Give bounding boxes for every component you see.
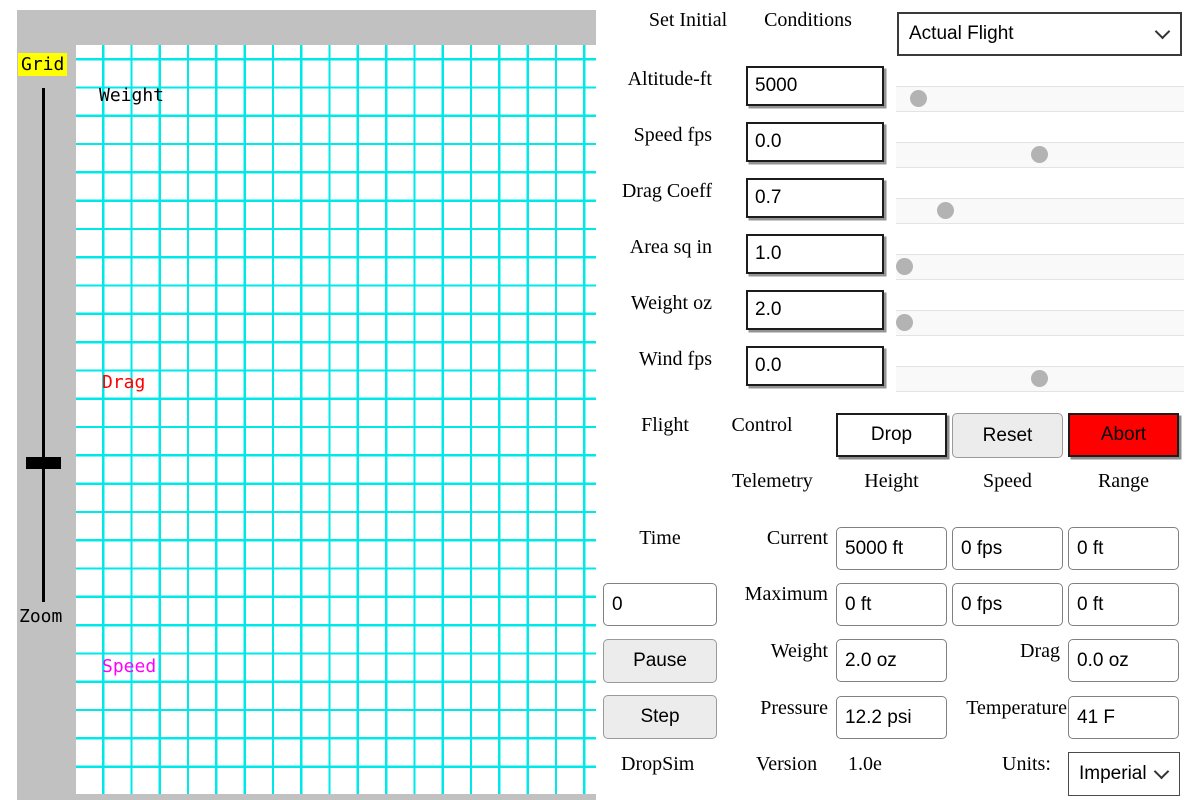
- version-label: Version: [756, 753, 817, 776]
- maximum-label: Maximum: [700, 583, 828, 606]
- temperature-readout: 41 F: [1068, 696, 1179, 739]
- current-label: Current: [700, 527, 828, 550]
- current-speed-readout: 0 fps: [952, 527, 1063, 570]
- app-name-label: DropSim: [621, 753, 694, 776]
- speed-label: Speed fps: [600, 124, 712, 147]
- drag-coeff-input[interactable]: 0.7: [746, 178, 884, 218]
- wind-input[interactable]: 0.0: [746, 346, 884, 386]
- control-label: Control: [722, 414, 802, 437]
- units-value: Imperial: [1079, 763, 1147, 785]
- wind-slider[interactable]: [896, 366, 1184, 392]
- weight-input[interactable]: 2.0: [746, 290, 884, 330]
- time-label: Time: [620, 527, 700, 550]
- altitude-label: Altitude-ft: [600, 68, 712, 91]
- wind-value: 0.0: [755, 355, 781, 377]
- temperature-label: Temperature: [940, 697, 1067, 720]
- altitude-value: 5000: [755, 75, 797, 97]
- telemetry-col-speed: Speed: [952, 470, 1063, 493]
- maximum-height-readout: 0 ft: [836, 583, 947, 626]
- area-slider-thumb[interactable]: [896, 258, 913, 275]
- grid-toggle-label[interactable]: Grid: [18, 53, 67, 76]
- area-label: Area sq in: [600, 236, 712, 259]
- speed-slider[interactable]: [896, 142, 1184, 168]
- zoom-slider-thumb[interactable]: [26, 457, 61, 469]
- chevron-down-icon: [1155, 24, 1171, 40]
- current-range-readout: 0 ft: [1068, 527, 1179, 570]
- altitude-slider-thumb[interactable]: [910, 90, 927, 107]
- speed-slider-thumb[interactable]: [1031, 146, 1048, 163]
- conditions-label: Conditions: [758, 9, 858, 32]
- weight-slider-thumb[interactable]: [896, 314, 913, 331]
- telemetry-col-range: Range: [1068, 470, 1179, 493]
- wind-slider-thumb[interactable]: [1031, 370, 1048, 387]
- maximum-range-readout: 0 ft: [1068, 583, 1179, 626]
- units-label: Units:: [1002, 753, 1051, 776]
- chevron-down-icon: [1154, 764, 1170, 780]
- telemetry-weight-readout: 2.0 oz: [836, 639, 947, 682]
- set-initial-label: Set Initial: [637, 9, 739, 32]
- altitude-slider[interactable]: [896, 86, 1184, 112]
- flight-label: Flight: [630, 414, 700, 437]
- telemetry-drag-label: Drag: [950, 640, 1060, 663]
- speed-series-label: Speed: [102, 656, 156, 677]
- area-input[interactable]: 1.0: [746, 234, 884, 274]
- drag-series-label: Drag: [102, 372, 145, 393]
- zoom-slider-track[interactable]: [42, 88, 45, 602]
- abort-button[interactable]: Abort: [1068, 413, 1179, 457]
- speed-value: 0.0: [755, 131, 781, 153]
- maximum-speed-readout: 0 fps: [952, 583, 1063, 626]
- telemetry-drag-readout: 0.0 oz: [1068, 639, 1179, 682]
- weight-label: Weight oz: [600, 292, 712, 315]
- telemetry-weight-label: Weight: [700, 640, 828, 663]
- plot-canvas: [76, 45, 596, 794]
- altitude-input[interactable]: 5000: [746, 66, 884, 106]
- wind-label: Wind fps: [600, 348, 712, 371]
- version-value: 1.0e: [848, 753, 882, 776]
- pressure-label: Pressure: [700, 697, 828, 720]
- flight-preset-select[interactable]: Actual Flight: [897, 12, 1182, 56]
- weight-series-label: Weight: [99, 85, 164, 106]
- time-value: 0: [612, 594, 623, 616]
- drag-coeff-slider-thumb[interactable]: [937, 202, 954, 219]
- area-slider[interactable]: [896, 254, 1184, 280]
- drag-coeff-value: 0.7: [755, 187, 781, 209]
- units-select[interactable]: Imperial: [1068, 752, 1180, 796]
- telemetry-label: Telemetry: [732, 470, 813, 493]
- telemetry-col-height: Height: [836, 470, 947, 493]
- area-value: 1.0: [755, 243, 781, 265]
- reset-button[interactable]: Reset: [952, 413, 1063, 458]
- dropsim-app: Grid Zoom Weight Drag Speed Set Initial …: [0, 0, 1200, 800]
- flight-preset-value: Actual Flight: [909, 23, 1014, 45]
- drag-coeff-label: Drag Coeff: [600, 180, 712, 203]
- drag-coeff-slider[interactable]: [896, 198, 1184, 224]
- weight-slider[interactable]: [896, 310, 1184, 336]
- zoom-slider-label: Zoom: [19, 606, 62, 627]
- drop-button[interactable]: Drop: [836, 413, 947, 457]
- pressure-readout: 12.2 psi: [836, 696, 947, 739]
- weight-value: 2.0: [755, 299, 781, 321]
- current-height-readout: 5000 ft: [836, 527, 947, 570]
- speed-input[interactable]: 0.0: [746, 122, 884, 162]
